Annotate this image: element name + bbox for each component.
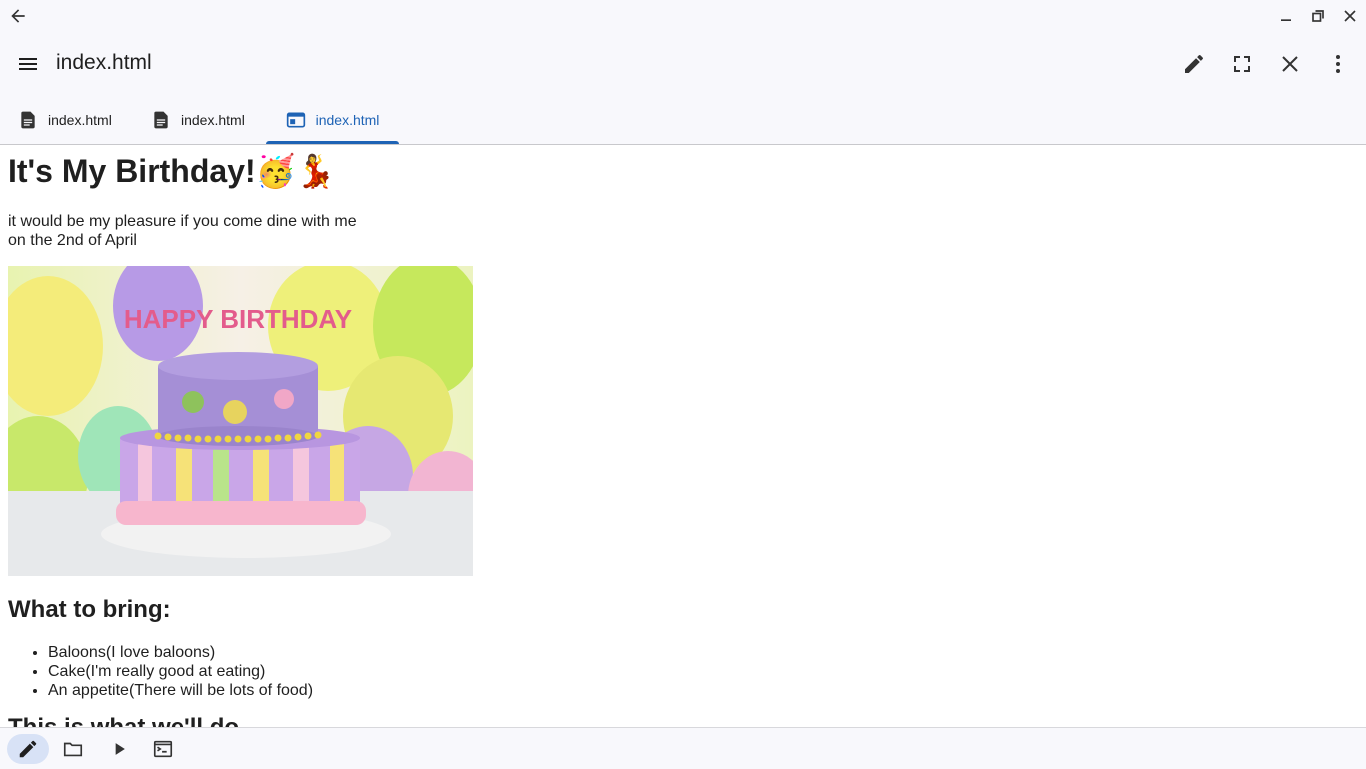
list-item: Cake(I'm really good at eating) [48,662,313,681]
restore-icon[interactable] [1308,6,1328,26]
what-to-bring-heading: What to bring: [8,596,171,623]
invitation-message: it would be my pleasure if you come dine… [8,212,357,250]
more-vert-icon[interactable] [1326,52,1350,76]
hamburger-menu-icon[interactable] [16,52,40,76]
tab-index-html-1[interactable]: index.html [18,96,112,144]
files-button[interactable] [58,734,88,764]
terminal-icon [153,740,173,758]
play-icon [115,743,125,755]
close-icon[interactable] [1340,6,1360,26]
active-tab-indicator [266,141,399,144]
close-icon[interactable] [1278,52,1302,76]
file-tabs: index.html index.html index.html [0,96,1366,145]
pencil-icon [19,740,37,758]
run-button[interactable] [104,734,134,764]
window-titlebar [0,0,1366,32]
fullscreen-icon[interactable] [1230,52,1254,76]
message-line-1: it would be my pleasure if you come dine… [8,213,357,230]
folder-icon [63,742,83,757]
birthday-cake-image: HAPPY BIRTHDAY [8,266,473,576]
tab-label: index.html [48,112,112,128]
list-item: Baloons(I love baloons) [48,643,313,662]
document-icon [154,111,168,129]
browser-preview-icon [286,112,305,128]
tab-index-html-2[interactable]: index.html [151,96,245,144]
tab-label: index.html [181,112,245,128]
app-title: index.html [56,51,152,74]
edit-icon[interactable] [1182,52,1206,76]
tab-label: index.html [315,112,380,128]
bottom-navigation [0,727,1366,769]
html-preview[interactable]: It's My Birthday!🥳💃 it would be my pleas… [0,145,1366,727]
minimize-icon[interactable] [1276,6,1296,26]
cake-topper-text: HAPPY BIRTHDAY [124,304,352,334]
app-bar: index.html [0,32,1366,96]
arrow-left-icon[interactable] [8,6,28,26]
message-line-2: on the 2nd of April [8,232,137,249]
document-icon [21,111,35,129]
bring-list: Baloons(I love baloons) Cake(I'm really … [8,643,313,700]
tab-index-html-preview[interactable]: index.html [266,96,399,144]
page-heading: It's My Birthday!🥳💃 [8,153,336,189]
next-section-heading: This is what we'll do [8,713,239,727]
terminal-button[interactable] [148,734,178,764]
editor-button[interactable] [7,734,49,764]
list-item: An appetite(There will be lots of food) [48,681,313,700]
